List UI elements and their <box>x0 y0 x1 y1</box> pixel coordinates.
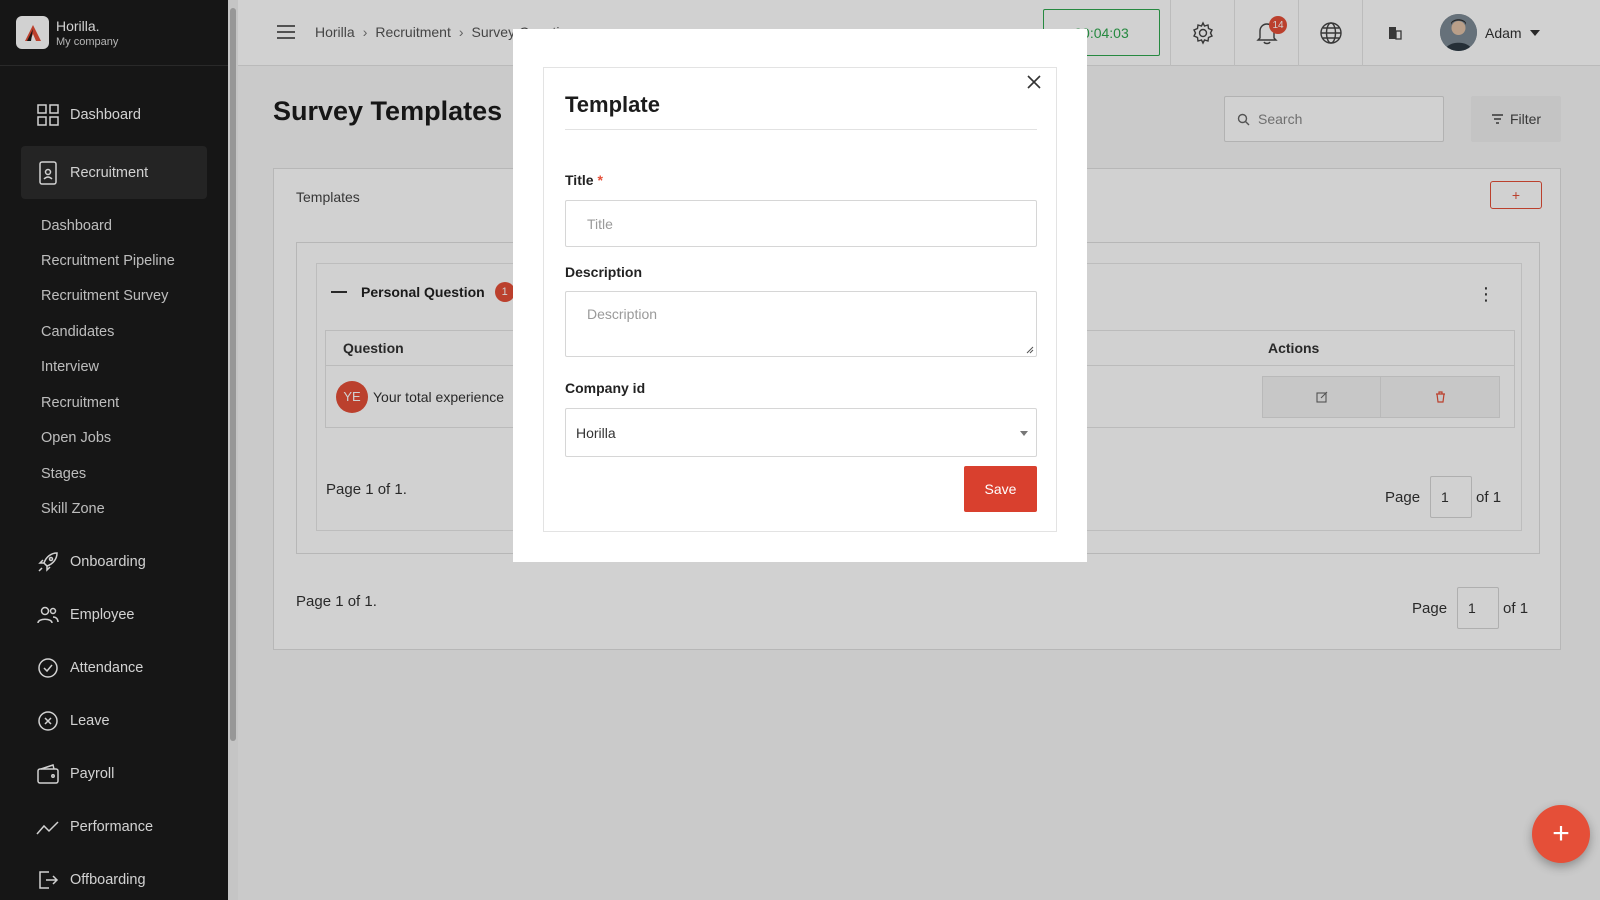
required-asterisk: * <box>597 172 603 188</box>
title-input[interactable]: Title <box>565 200 1037 247</box>
company-select[interactable]: Horilla <box>565 408 1037 457</box>
resize-handle-icon[interactable] <box>1026 346 1034 354</box>
company-label: Company id <box>565 380 646 396</box>
company-selected-value: Horilla <box>576 424 616 441</box>
divider <box>565 129 1037 130</box>
close-button[interactable] <box>1024 72 1044 92</box>
close-icon <box>1027 75 1041 89</box>
title-label-text: Title <box>565 172 594 188</box>
floating-add-button[interactable]: + <box>1532 805 1590 863</box>
description-placeholder: Description <box>587 306 658 322</box>
modal-title: Template <box>565 92 660 117</box>
save-button[interactable]: Save <box>964 466 1037 512</box>
description-textarea[interactable]: Description <box>565 291 1037 357</box>
title-placeholder: Title <box>587 215 613 232</box>
description-label: Description <box>565 264 643 280</box>
caret-down-icon <box>1020 431 1028 436</box>
template-modal: Template Title * Title Description Descri… <box>513 29 1087 562</box>
modal-form: Template Title * Title Description Descri… <box>543 67 1057 532</box>
title-label: Title * <box>565 172 603 188</box>
